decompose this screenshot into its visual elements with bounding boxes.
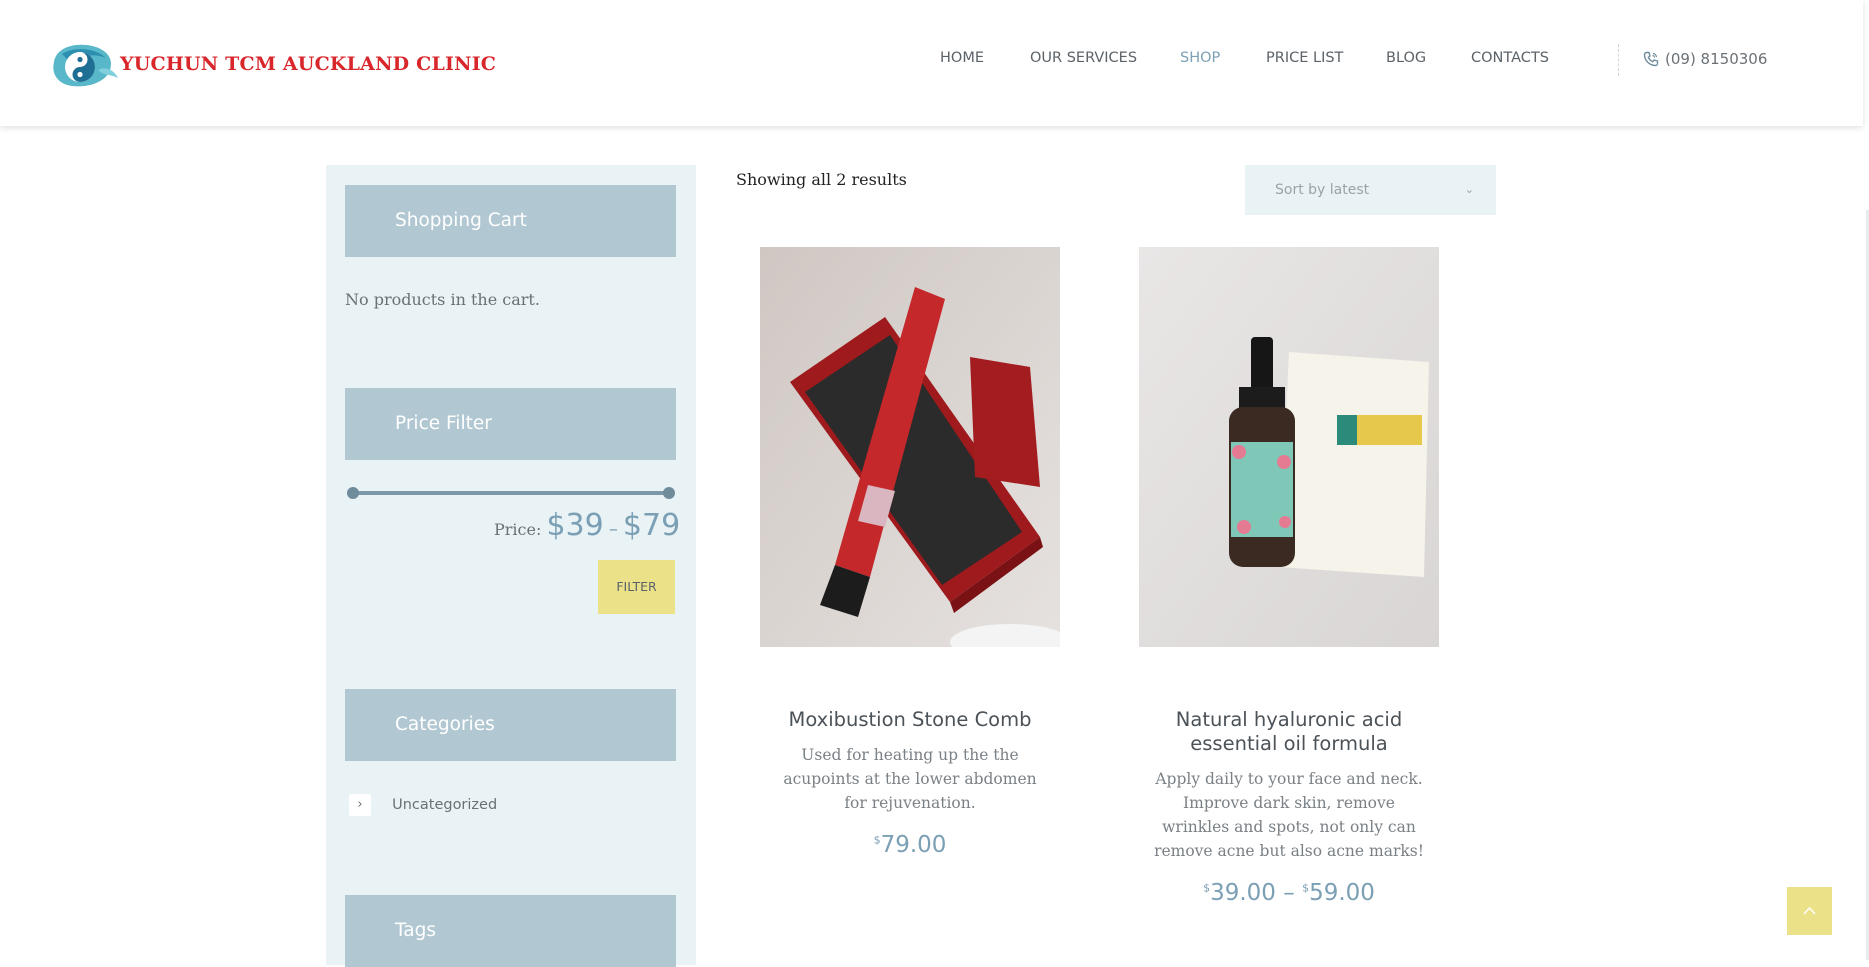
phone-number: (09) 8150306 xyxy=(1665,50,1768,68)
site-logo-text[interactable]: YUCHUN TCM AUCKLAND CLINIC xyxy=(120,53,496,75)
product-image-moxibustion[interactable] xyxy=(760,247,1060,647)
category-item-uncategorized[interactable]: › Uncategorized xyxy=(349,794,497,818)
price-amount-min: 39.00 xyxy=(1210,880,1276,906)
nav-price-list[interactable]: PRICE LIST xyxy=(1266,50,1343,66)
back-to-top-button[interactable] xyxy=(1787,887,1832,935)
price-slider-track[interactable] xyxy=(352,491,669,495)
results-count: Showing all 2 results xyxy=(736,170,907,189)
moxibustion-photo xyxy=(760,247,1060,647)
shopping-cart-widget-title: Shopping Cart xyxy=(345,185,676,257)
clinic-logo-icon[interactable] xyxy=(48,40,120,90)
header-phone[interactable]: (09) 8150306 xyxy=(1643,50,1768,68)
sort-selected-value: Sort by latest xyxy=(1275,182,1370,198)
sort-select[interactable]: Sort by latest ⌄ xyxy=(1245,165,1496,215)
phone-icon xyxy=(1643,51,1659,67)
product-price-hyaluronic-oil: $39.00 – $59.00 xyxy=(1139,880,1439,906)
cart-empty-message: No products in the cart. xyxy=(345,290,540,309)
product-desc-moxibustion: Used for heating up the the acupoints at… xyxy=(783,746,1037,812)
essential-oil-photo xyxy=(1139,247,1439,647)
product-desc-hyaluronic-oil: Apply daily to your face and neck. Impro… xyxy=(1154,770,1424,860)
price-range-dash: – xyxy=(1283,880,1295,906)
category-label: Uncategorized xyxy=(392,797,498,813)
currency-symbol: $ xyxy=(1302,881,1310,895)
price-min-value: $39 xyxy=(546,508,604,543)
chevron-right-icon: › xyxy=(349,794,371,816)
filter-button[interactable]: FILTER xyxy=(598,560,675,614)
categories-widget-title: Categories xyxy=(345,689,676,761)
price-range-dash: – xyxy=(608,519,618,540)
currency-symbol: $ xyxy=(873,833,881,847)
nav-our-services[interactable]: OUR SERVICES xyxy=(1030,50,1137,66)
nav-shop[interactable]: SHOP xyxy=(1180,50,1220,66)
price-filter-widget-title: Price Filter xyxy=(345,388,676,460)
nav-blog[interactable]: BLOG xyxy=(1386,50,1426,66)
price-label: Price: xyxy=(494,520,542,539)
product-price-moxibustion: $79.00 xyxy=(760,832,1060,858)
nav-contacts[interactable]: CONTACTS xyxy=(1471,50,1549,66)
product-image-hyaluronic-oil[interactable] xyxy=(1139,247,1439,647)
price-amount: 79.00 xyxy=(880,832,947,858)
price-amount-max: 59.00 xyxy=(1309,880,1375,906)
site-header: YUCHUN TCM AUCKLAND CLINIC HOME OUR SERV… xyxy=(0,0,1863,126)
price-max-value: $79 xyxy=(622,508,681,543)
chevron-up-icon xyxy=(1803,906,1816,915)
product-title-hyaluronic-oil[interactable]: Natural hyaluronic acid essential oil fo… xyxy=(1139,708,1439,756)
header-divider xyxy=(1618,44,1619,76)
page-scrollbar[interactable] xyxy=(1863,0,1869,960)
chevron-down-icon: ⌄ xyxy=(1464,183,1474,196)
price-slider-max-handle[interactable] xyxy=(663,487,675,499)
tags-widget-title: Tags xyxy=(345,895,676,967)
nav-home[interactable]: HOME xyxy=(940,50,984,66)
product-title-moxibustion[interactable]: Moxibustion Stone Comb xyxy=(760,708,1060,732)
price-slider-min-handle[interactable] xyxy=(347,487,359,499)
price-range-display: Price: $39 – $79 xyxy=(494,508,680,543)
